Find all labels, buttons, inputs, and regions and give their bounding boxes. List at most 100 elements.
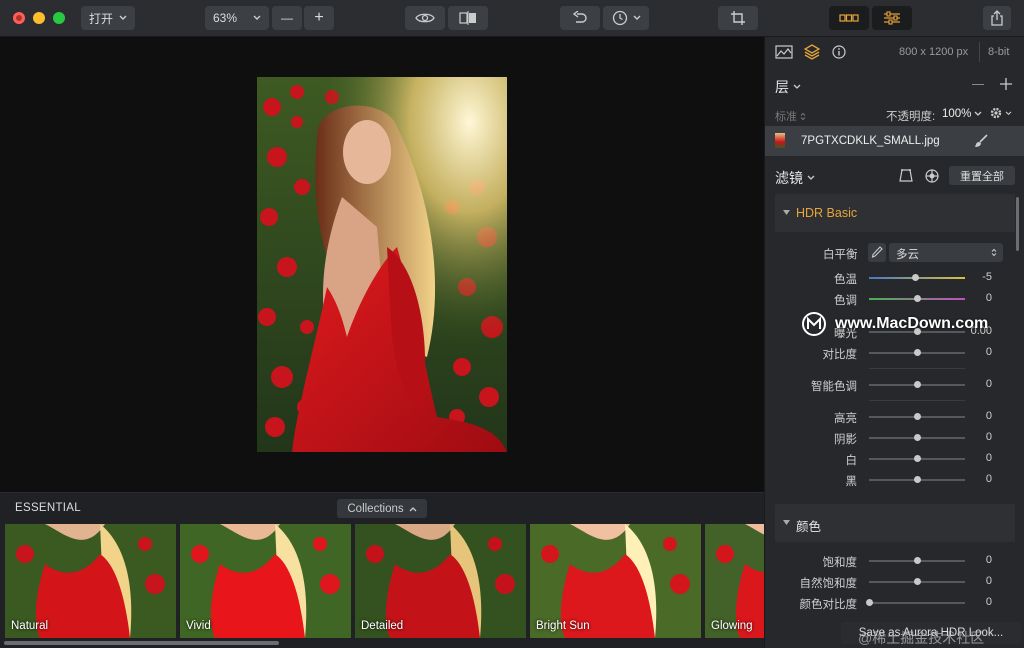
chevron-down-icon (633, 15, 640, 20)
slider-value[interactable]: 0 (968, 292, 992, 304)
slider-knob[interactable] (913, 295, 921, 302)
slider-knob[interactable] (913, 349, 921, 356)
preset-thumb-detailed[interactable]: Detailed (355, 524, 526, 638)
close-window-button[interactable] (13, 12, 25, 24)
history-button[interactable] (603, 6, 649, 30)
slider-value[interactable]: 0 (968, 452, 992, 464)
open-menu-button[interactable]: 打开 (81, 6, 135, 30)
minimize-window-button[interactable] (33, 12, 45, 24)
preset-thumb-natural[interactable]: Natural (5, 524, 176, 638)
eye-icon (415, 13, 435, 23)
info-divider (979, 42, 980, 62)
slider-value[interactable]: 0 (968, 431, 992, 443)
preset-label: Detailed (361, 620, 404, 632)
preset-label: Natural (11, 620, 49, 632)
preview-button[interactable] (405, 6, 445, 30)
gear-icon (990, 107, 1002, 119)
crop-icon (731, 11, 745, 25)
blend-mode-select[interactable]: 标准 (775, 108, 806, 124)
slider-label: 饱和度 (822, 557, 858, 569)
image-dimensions: 800 x 1200 px (899, 46, 969, 58)
preset-thumb-bright-sun[interactable]: Bright Sun (530, 524, 701, 638)
slider-row: 黑0 (765, 471, 1024, 489)
slider-row: 色调 0 (765, 290, 1024, 308)
preset-thumb-vivid[interactable]: Vivid (180, 524, 351, 638)
zoom-select[interactable]: 63% (205, 6, 269, 30)
slider-row: 智能色调 0 (765, 376, 1024, 394)
close-dot-icon (16, 15, 22, 21)
color-section-header[interactable]: 颜色 (775, 504, 1015, 542)
add-layer-button[interactable] (999, 77, 1013, 91)
info-tab[interactable] (832, 45, 846, 62)
slider-label: 颜色对比度 (799, 599, 858, 611)
layer-settings-button[interactable] (989, 106, 1012, 120)
slider-value[interactable]: 0 (968, 346, 992, 358)
slider-knob[interactable] (913, 557, 921, 564)
mask-icon[interactable] (899, 169, 913, 182)
share-icon (991, 10, 1003, 26)
panel-scrollbar[interactable] (1016, 197, 1019, 251)
remove-layer-button[interactable] (971, 77, 985, 91)
white-balance-picker-button[interactable] (868, 243, 886, 262)
presets-toggle-button[interactable] (829, 6, 869, 30)
hdr-basic-section-header[interactable]: HDR Basic (775, 194, 1015, 232)
crop-button[interactable] (718, 6, 758, 30)
preset-thumb-glowing[interactable]: Glowing (705, 524, 764, 638)
zoom-out-button[interactable]: — (272, 6, 302, 30)
chevron-down-icon (974, 111, 982, 116)
adjustments-toggle-button[interactable] (872, 6, 912, 30)
filters-menu[interactable]: 滤镜 (775, 168, 815, 188)
slider-knob[interactable] (911, 274, 919, 281)
slider-knob[interactable] (913, 578, 921, 585)
brush-icon[interactable] (973, 133, 989, 149)
layers-tab[interactable] (803, 44, 821, 63)
slider-row: 自然饱和度 0 (765, 573, 1024, 591)
open-label: 打开 (88, 11, 113, 26)
slider-value[interactable]: -5 (968, 271, 992, 283)
strip-title: ESSENTIAL (15, 502, 81, 514)
collections-button[interactable]: Collections (337, 499, 427, 518)
slider-value[interactable]: 0 (968, 554, 992, 566)
undo-button[interactable] (560, 6, 600, 30)
slider-row: 饱和度 0 (765, 552, 1024, 570)
zoom-window-button[interactable] (53, 12, 65, 24)
slider-row: 阴影 0 (765, 429, 1024, 447)
layer-row[interactable]: 7PGTXCDKLK_SMALL.jpg (765, 126, 1024, 156)
chevron-up-icon (409, 506, 417, 511)
chevron-down-icon (793, 84, 801, 89)
site-watermark: www.MacDown.com (801, 311, 988, 337)
preset-label: Bright Sun (536, 620, 590, 632)
slider-knob[interactable] (913, 455, 921, 462)
slider-knob[interactable] (865, 599, 873, 606)
slider-knob[interactable] (913, 381, 921, 388)
histogram-tab[interactable] (775, 45, 793, 62)
chevron-down-icon (119, 15, 127, 20)
undo-icon (572, 11, 587, 23)
white-balance-value: 多云 (896, 249, 919, 261)
opacity-select[interactable]: 100% (942, 108, 982, 120)
image-canvas[interactable] (0, 37, 764, 492)
slider-knob[interactable] (913, 434, 921, 441)
slider-row: 白0 (765, 450, 1024, 468)
slider-value[interactable]: 0 (968, 596, 992, 608)
share-button[interactable] (983, 6, 1011, 30)
horizontal-scrollbar[interactable] (4, 641, 279, 645)
compare-button[interactable] (448, 6, 488, 30)
slider-label: 高亮 (834, 413, 857, 425)
slider-track[interactable] (869, 602, 965, 604)
eyedropper-icon (871, 246, 883, 258)
aperture-icon[interactable] (925, 169, 939, 183)
slider-knob[interactable] (913, 476, 921, 483)
slider-value[interactable]: 0 (968, 473, 992, 485)
slider-value[interactable]: 0 (968, 378, 992, 390)
layers-menu[interactable]: 层 (775, 77, 801, 97)
zoom-in-button[interactable]: + (304, 6, 334, 30)
slider-value[interactable]: 0 (968, 410, 992, 422)
reset-all-button[interactable]: 重置全部 (949, 166, 1015, 185)
white-balance-select[interactable]: 多云 (889, 243, 1003, 262)
slider-row: 颜色对比度 0 (765, 594, 1024, 612)
opacity-value: 100% (942, 108, 972, 120)
slider-value[interactable]: 0 (968, 575, 992, 587)
slider-knob[interactable] (913, 413, 921, 420)
zoom-plus-label: + (314, 9, 324, 26)
